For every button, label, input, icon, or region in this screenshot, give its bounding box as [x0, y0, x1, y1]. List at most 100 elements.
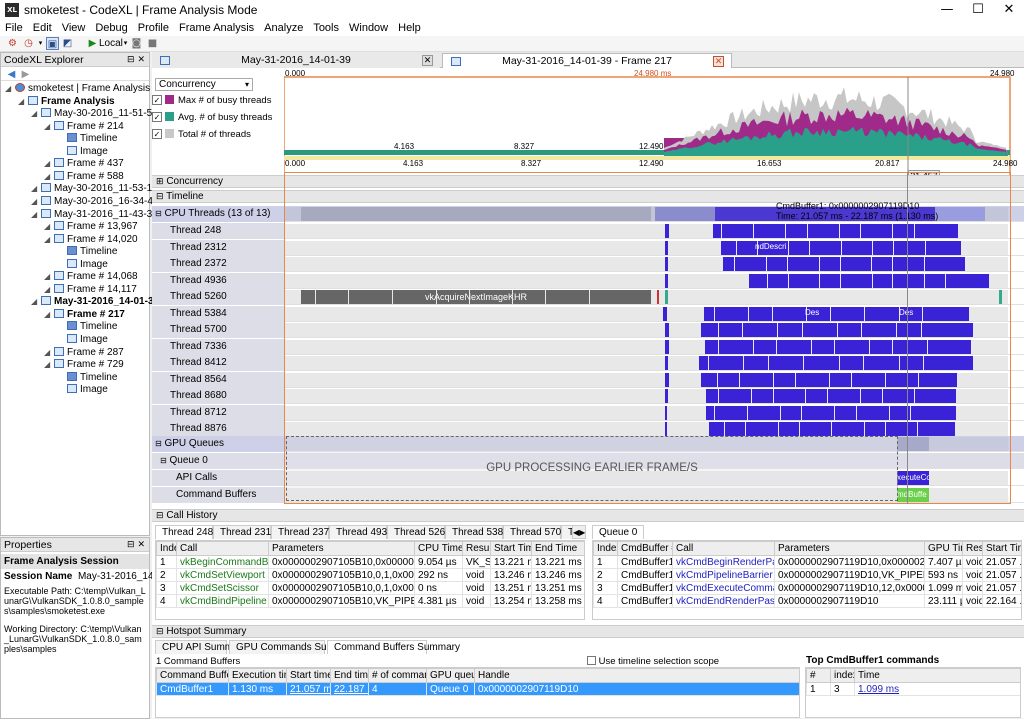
expand-arrow-icon[interactable]: ◢: [31, 209, 41, 221]
menu-tools[interactable]: Tools: [308, 20, 344, 36]
table-row[interactable]: 4 vkCmdBindPipeline 0x0000002907105B10,VK_…: [156, 594, 584, 608]
collapse-icon[interactable]: ⊟: [160, 456, 167, 465]
legend-checkbox[interactable]: ✓: [152, 129, 162, 139]
api-call-segment[interactable]: [663, 306, 667, 321]
column-header-call[interactable]: Call: [672, 541, 775, 556]
api-call-segment[interactable]: [749, 273, 989, 288]
api-call-segment[interactable]: [665, 339, 669, 354]
expand-arrow-icon[interactable]: ◢: [31, 196, 41, 208]
tab-scroll-icon[interactable]: ◀▶: [572, 525, 586, 539]
column-header-handle[interactable]: Handle: [474, 668, 799, 683]
expand-arrow-icon[interactable]: ◢: [44, 347, 54, 359]
table-row[interactable]: 2 vkCmdSetViewport 0x0000002907105B10,0,1,…: [156, 568, 584, 582]
column-header-command-buffer[interactable]: Command Buffer: [156, 668, 229, 683]
table-row[interactable]: 3CmdBuffer1vkCmdExecuteCommands0x0000002…: [593, 581, 1021, 595]
column-header-inde[interactable]: Inde: [156, 541, 177, 556]
expand-arrow-icon[interactable]: ◢: [44, 359, 54, 371]
thread-row-thread-2372[interactable]: Thread 2372: [152, 256, 1024, 272]
column-header-end-time[interactable]: End time: [330, 668, 369, 683]
table-row[interactable]: 1 3 1.099 ms: [806, 682, 1020, 696]
expand-arrow-icon[interactable]: ◢: [18, 96, 28, 108]
collapse-icon[interactable]: ⊟: [156, 192, 164, 202]
api-call-segment[interactable]: [665, 356, 668, 370]
tree-item-frame-287[interactable]: ◢ Frame # 287: [44, 346, 124, 359]
api-call-segment[interactable]: [665, 405, 667, 420]
thread-row-thread-4936[interactable]: Thread 4936: [152, 272, 1024, 289]
thread-row-thread-2312[interactable]: Thread 2312 ndDescri: [152, 239, 1024, 256]
api-call-segment[interactable]: [704, 306, 969, 321]
maximize-button[interactable]: ☐: [963, 0, 993, 20]
tree-item-may-31-2016-11-43-31[interactable]: ◢ May-31-2016_11-43-31: [31, 208, 158, 221]
close-icon[interactable]: ✕: [713, 56, 724, 67]
tree-item-image[interactable]: Image: [57, 145, 108, 158]
timeline-scope-option[interactable]: Use timeline selection scope: [587, 656, 719, 667]
api-call-segment[interactable]: [665, 257, 668, 271]
column-header-end-time[interactable]: End Time: [531, 541, 584, 556]
column-header-cmdbuffer[interactable]: CmdBuffer #: [617, 541, 673, 556]
menu-file[interactable]: File: [0, 20, 28, 36]
api-call-segment[interactable]: [665, 290, 668, 304]
api-call-segment[interactable]: [665, 389, 668, 403]
expand-arrow-icon[interactable]: ◢: [31, 296, 41, 308]
column-header-parameters[interactable]: Parameters: [268, 541, 415, 556]
menu-frame-analysis[interactable]: Frame Analysis: [174, 20, 259, 36]
column-header-execution-time[interactable]: Execution time: [228, 668, 287, 683]
tree-item-frame-437[interactable]: ◢ Frame # 437: [44, 158, 124, 170]
column-header-start-time[interactable]: Start time: [286, 668, 331, 683]
column-header-start-time[interactable]: Start Time: [490, 541, 532, 556]
collapse-icon[interactable]: ⊟: [156, 627, 164, 637]
thread-row-thread-248[interactable]: Thread 248: [152, 223, 1024, 239]
api-call-segment[interactable]: [713, 224, 958, 238]
tree-item-timeline[interactable]: Timeline: [57, 246, 117, 258]
api-call-segment[interactable]: [723, 257, 965, 271]
expand-arrow-icon[interactable]: ◢: [44, 171, 54, 183]
tab-queue0[interactable]: Queue 0: [592, 525, 645, 539]
thread-row-thread-7336[interactable]: Thread 7336: [152, 338, 1024, 355]
column-header-start-time[interactable]: Start Time: [982, 541, 1021, 556]
thread-row-thread-8712[interactable]: Thread 8712: [152, 404, 1024, 421]
table-row[interactable]: 4 CmdBuffer1 vkCmdEndRenderPass 0x000000290…: [593, 594, 1021, 608]
tree-item-frame-729[interactable]: ◢ Frame # 729: [44, 359, 124, 371]
table-row-selected[interactable]: CmdBuffer11.130 ms21.057 ms22.187 ms4Que…: [156, 682, 799, 696]
tree-item-frame-14-020[interactable]: ◢ Frame # 14,020: [44, 233, 138, 246]
hotspot-section[interactable]: ⊟ Hotspot Summary: [152, 625, 1024, 638]
legend-item-avg-of-busy-threads[interactable]: ✓ Avg. # of busy threads: [152, 111, 272, 125]
thread-row-thread-5260[interactable]: Thread 5260 vkAcquireNextImageKHR: [152, 289, 1024, 305]
tree-item-timeline[interactable]: Timeline: [57, 371, 117, 384]
expand-arrow-icon[interactable]: ◢: [5, 83, 15, 95]
expand-arrow-icon[interactable]: ◢: [44, 271, 54, 283]
close-button[interactable]: ✕: [994, 0, 1024, 20]
column-header-time[interactable]: Time: [854, 668, 1020, 683]
api-call-segment[interactable]: [999, 290, 1002, 304]
expand-arrow-icon[interactable]: ◢: [31, 183, 41, 195]
forward-icon[interactable]: ▶: [19, 68, 32, 81]
column-header-gpu-queue[interactable]: GPU queue: [426, 668, 475, 683]
call-history-section[interactable]: ⊟ Call History: [152, 509, 1024, 522]
expand-arrow-icon[interactable]: ◢: [44, 234, 54, 246]
collapse-icon[interactable]: ⊟: [155, 439, 162, 448]
tree-item-may-30-2016-11-51-50[interactable]: ◢ May-30-2016_11-51-50: [31, 108, 158, 120]
legend-item-max-of-busy-threads[interactable]: ✓ Max # of busy threads: [152, 94, 271, 108]
menu-profile[interactable]: Profile: [133, 20, 174, 36]
tree-item-image[interactable]: Image: [57, 258, 108, 271]
tab-thread-248[interactable]: Thread 248: [155, 525, 213, 539]
menu-analyze[interactable]: Analyze: [259, 20, 308, 36]
expand-arrow-icon[interactable]: ◢: [31, 108, 41, 120]
expand-arrow-icon[interactable]: ◢: [44, 121, 54, 133]
tree-item-frame-14-117[interactable]: ◢ Frame # 14,117: [44, 283, 137, 296]
camera-icon[interactable]: ◙: [130, 37, 143, 50]
doc-tab-frame[interactable]: May-31-2016_14-01-39 - Frame 217 ✕: [442, 53, 732, 68]
collapse-icon[interactable]: ⊟: [156, 511, 164, 521]
tab-thread-2372[interactable]: Thread 2372: [271, 525, 335, 539]
column-header-gpu-time[interactable]: GPU Time: [924, 541, 963, 556]
api-call-segment[interactable]: [665, 422, 667, 436]
column-header-cpu-time[interactable]: CPU Time: [414, 541, 463, 556]
api-call-segment[interactable]: [665, 323, 669, 337]
thread-row-thread-8412[interactable]: Thread 8412: [152, 355, 1024, 371]
menu-view[interactable]: View: [57, 20, 91, 36]
thread-row-thread-8564[interactable]: Thread 8564: [152, 371, 1024, 388]
collapse-icon[interactable]: ⊟: [155, 209, 162, 218]
pin-icon[interactable]: ⊟ ✕: [127, 538, 145, 552]
column-header-resu[interactable]: Resu: [962, 541, 983, 556]
tree-item-may-31-2016-14-01-39[interactable]: ◢ May-31-2016_14-01-39: [31, 296, 159, 308]
